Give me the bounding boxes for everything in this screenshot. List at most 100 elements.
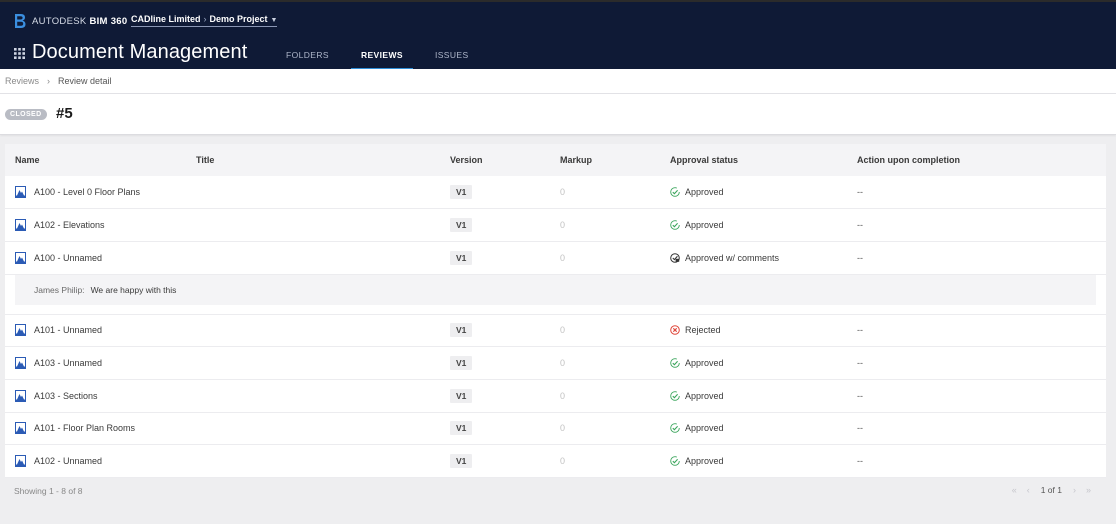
version-badge[interactable]: V1 bbox=[450, 389, 473, 403]
page-title: Document Management bbox=[32, 41, 248, 63]
markup-count: 0 bbox=[560, 423, 566, 433]
cell-name[interactable]: A103 - Sections bbox=[15, 380, 98, 412]
table-row[interactable]: A103 - Unnamed V1 0 Approved -- bbox=[5, 347, 1106, 380]
breadcrumb-reviews-link[interactable]: Reviews bbox=[5, 76, 39, 86]
brand-name: AUTODESK BIM 360 bbox=[32, 15, 128, 27]
table-row[interactable]: A101 - Floor Plan Rooms V1 0 Approved -- bbox=[5, 412, 1106, 445]
file-name[interactable]: A100 - Unnamed bbox=[34, 253, 102, 263]
table-row[interactable]: A101 - Unnamed V1 0 Rejected -- bbox=[5, 314, 1106, 347]
file-name[interactable]: A100 - Level 0 Floor Plans bbox=[34, 187, 140, 197]
project-name: Demo Project bbox=[209, 14, 268, 24]
comment-author: James Philip: bbox=[34, 285, 85, 295]
approval-status-text: Approved bbox=[685, 456, 724, 466]
file-name[interactable]: A103 - Sections bbox=[34, 391, 98, 401]
version-badge[interactable]: V1 bbox=[450, 323, 473, 337]
action-value: -- bbox=[857, 187, 863, 197]
check-circle-icon bbox=[670, 391, 680, 401]
version-badge[interactable]: V1 bbox=[450, 356, 473, 370]
approval-status-text: Approved bbox=[685, 358, 724, 368]
cell-approval-status: Approved bbox=[670, 380, 724, 412]
sheet-file-icon bbox=[15, 422, 26, 434]
table-row[interactable]: A100 - Unnamed V1 0 Approved w/ comments -- bbox=[5, 242, 1106, 275]
table-row[interactable]: A102 - Elevations V1 0 Approved -- bbox=[5, 209, 1106, 242]
cell-name[interactable]: A100 - Unnamed bbox=[15, 242, 102, 274]
column-header-name[interactable]: Name bbox=[15, 155, 40, 165]
file-name[interactable]: A102 - Elevations bbox=[34, 220, 105, 230]
review-comment-row: James Philip: We are happy with this bbox=[5, 275, 1106, 315]
cell-approval-status: Approved bbox=[670, 445, 724, 477]
action-value: -- bbox=[857, 253, 863, 263]
apps-grid-icon[interactable] bbox=[14, 48, 25, 59]
column-header-version[interactable]: Version bbox=[450, 155, 483, 165]
table-row[interactable]: A103 - Sections V1 0 Approved -- bbox=[5, 380, 1106, 413]
main-nav: FOLDERS REVIEWS ISSUES bbox=[276, 38, 491, 71]
sheet-file-icon bbox=[15, 455, 26, 467]
file-name[interactable]: A101 - Floor Plan Rooms bbox=[34, 423, 135, 433]
first-page-icon[interactable]: « bbox=[1012, 485, 1017, 495]
tab-reviews[interactable]: REVIEWS bbox=[350, 38, 413, 71]
cell-name[interactable]: A100 - Level 0 Floor Plans bbox=[15, 176, 140, 208]
x-circle-icon bbox=[670, 325, 680, 335]
file-name[interactable]: A101 - Unnamed bbox=[34, 325, 102, 335]
table-header: Name Title Version Markup Approval statu… bbox=[5, 144, 1106, 176]
breadcrumb: Reviews › Review detail bbox=[0, 69, 1116, 94]
markup-count: 0 bbox=[560, 391, 566, 401]
sheet-file-icon bbox=[15, 357, 26, 369]
status-badge: CLOSED bbox=[5, 109, 47, 120]
cell-name[interactable]: A102 - Unnamed bbox=[15, 445, 102, 477]
cell-action: -- bbox=[857, 412, 863, 444]
prev-page-icon[interactable]: ‹ bbox=[1027, 485, 1030, 495]
version-badge[interactable]: V1 bbox=[450, 421, 473, 435]
review-number: #5 bbox=[56, 105, 73, 122]
table-row[interactable]: A102 - Unnamed V1 0 Approved -- bbox=[5, 445, 1106, 478]
pagination: « ‹ 1 of 1 › » bbox=[1007, 485, 1096, 495]
next-page-icon[interactable]: › bbox=[1073, 485, 1076, 495]
cell-action: -- bbox=[857, 209, 863, 241]
version-badge[interactable]: V1 bbox=[450, 185, 473, 199]
cell-version: V1 bbox=[450, 347, 473, 379]
cell-name[interactable]: A101 - Unnamed bbox=[15, 314, 102, 346]
caret-down-icon: ▼ bbox=[270, 17, 278, 24]
column-header-markup[interactable]: Markup bbox=[560, 155, 592, 165]
cell-approval-status: Rejected bbox=[670, 314, 721, 346]
cell-approval-status: Approved bbox=[670, 176, 724, 208]
version-badge[interactable]: V1 bbox=[450, 251, 473, 265]
cell-name[interactable]: A102 - Elevations bbox=[15, 209, 105, 241]
table-footer: Showing 1 - 8 of 8 « ‹ 1 of 1 › » bbox=[0, 477, 1116, 524]
action-value: -- bbox=[857, 358, 863, 368]
chevron-right-icon: › bbox=[47, 76, 51, 86]
cell-markup: 0 bbox=[560, 176, 565, 208]
approval-status-text: Approved w/ comments bbox=[685, 253, 780, 263]
brand[interactable]: AUTODESK BIM 360 bbox=[14, 12, 127, 30]
cell-markup: 0 bbox=[560, 314, 565, 346]
action-value: -- bbox=[857, 423, 863, 433]
last-page-icon[interactable]: » bbox=[1086, 485, 1091, 495]
cell-name[interactable]: A101 - Floor Plan Rooms bbox=[15, 412, 135, 444]
check-circle-icon bbox=[670, 423, 680, 433]
approval-status-text: Rejected bbox=[685, 325, 721, 335]
version-badge[interactable]: V1 bbox=[450, 218, 473, 232]
tab-folders[interactable]: FOLDERS bbox=[276, 38, 339, 71]
approval-status-text: Approved bbox=[685, 391, 724, 401]
chevron-right-icon: › bbox=[203, 14, 207, 24]
column-header-approval-status[interactable]: Approval status bbox=[670, 155, 738, 165]
cell-action: -- bbox=[857, 242, 863, 274]
table-row[interactable]: A100 - Level 0 Floor Plans V1 0 Approved -- bbox=[5, 176, 1106, 209]
tab-issues[interactable]: ISSUES bbox=[425, 38, 479, 71]
cell-name[interactable]: A103 - Unnamed bbox=[15, 347, 102, 379]
cell-markup: 0 bbox=[560, 412, 565, 444]
cell-version: V1 bbox=[450, 380, 473, 412]
version-badge[interactable]: V1 bbox=[450, 454, 473, 468]
project-selector[interactable]: CADline Limited › Demo Project ▼ bbox=[131, 14, 278, 27]
file-name[interactable]: A102 - Unnamed bbox=[34, 456, 102, 466]
cell-markup: 0 bbox=[560, 347, 565, 379]
comment-box: James Philip: We are happy with this bbox=[15, 275, 1096, 305]
column-header-title[interactable]: Title bbox=[196, 155, 214, 165]
file-name[interactable]: A103 - Unnamed bbox=[34, 358, 102, 368]
action-value: -- bbox=[857, 456, 863, 466]
cell-markup: 0 bbox=[560, 209, 565, 241]
column-header-action[interactable]: Action upon completion bbox=[857, 155, 960, 165]
cell-action: -- bbox=[857, 347, 863, 379]
check-circle-icon bbox=[670, 456, 680, 466]
cell-markup: 0 bbox=[560, 242, 565, 274]
